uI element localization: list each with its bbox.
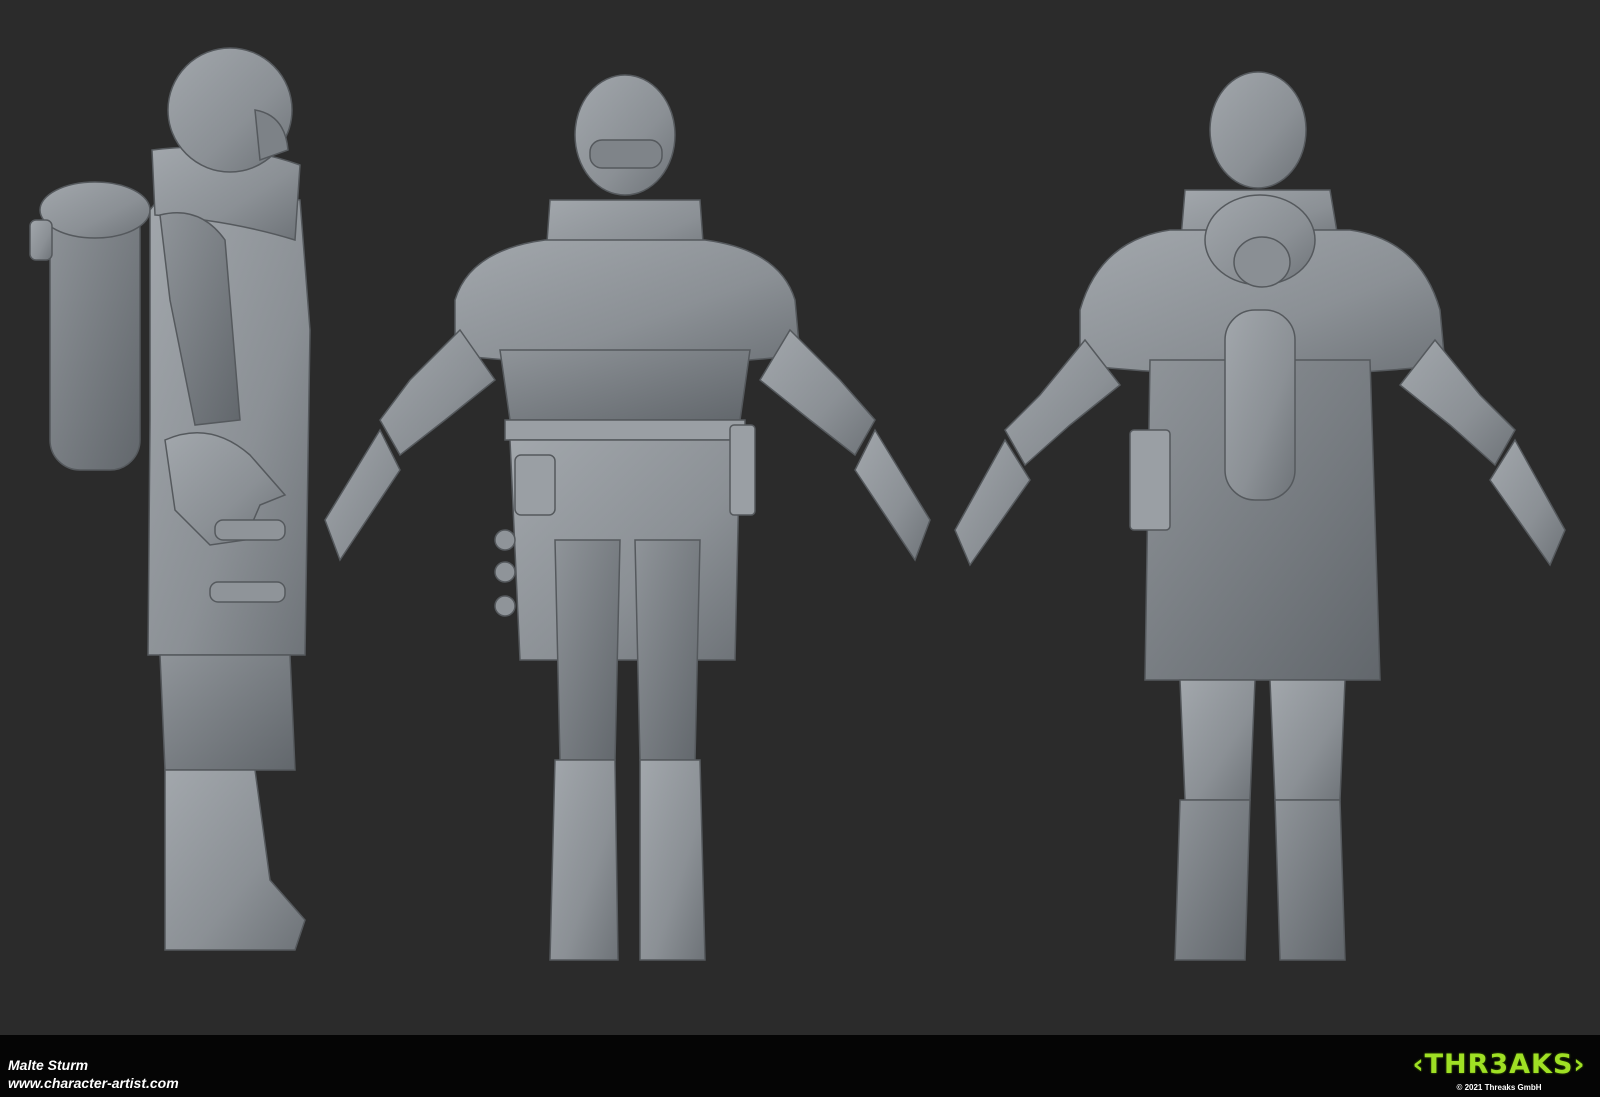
logo-wordmark: ‹THR3AKS› [1412, 1049, 1586, 1080]
front-view-figure [324, 74, 931, 961]
artist-website: www.character-artist.com [8, 1075, 179, 1091]
back-view-figure [954, 71, 1566, 961]
artist-name: Malte Sturm [8, 1057, 89, 1073]
copyright-text: © 2021 Threaks GmbH [1456, 1083, 1542, 1092]
footer-bar: Malte Sturm www.character-artist.com ‹TH… [0, 1035, 1600, 1097]
side-view-figure [29, 47, 311, 951]
character-turnaround [29, 47, 1566, 961]
threaks-logo: ‹THR3AKS› © 2021 Threaks GmbH [1410, 1049, 1588, 1097]
